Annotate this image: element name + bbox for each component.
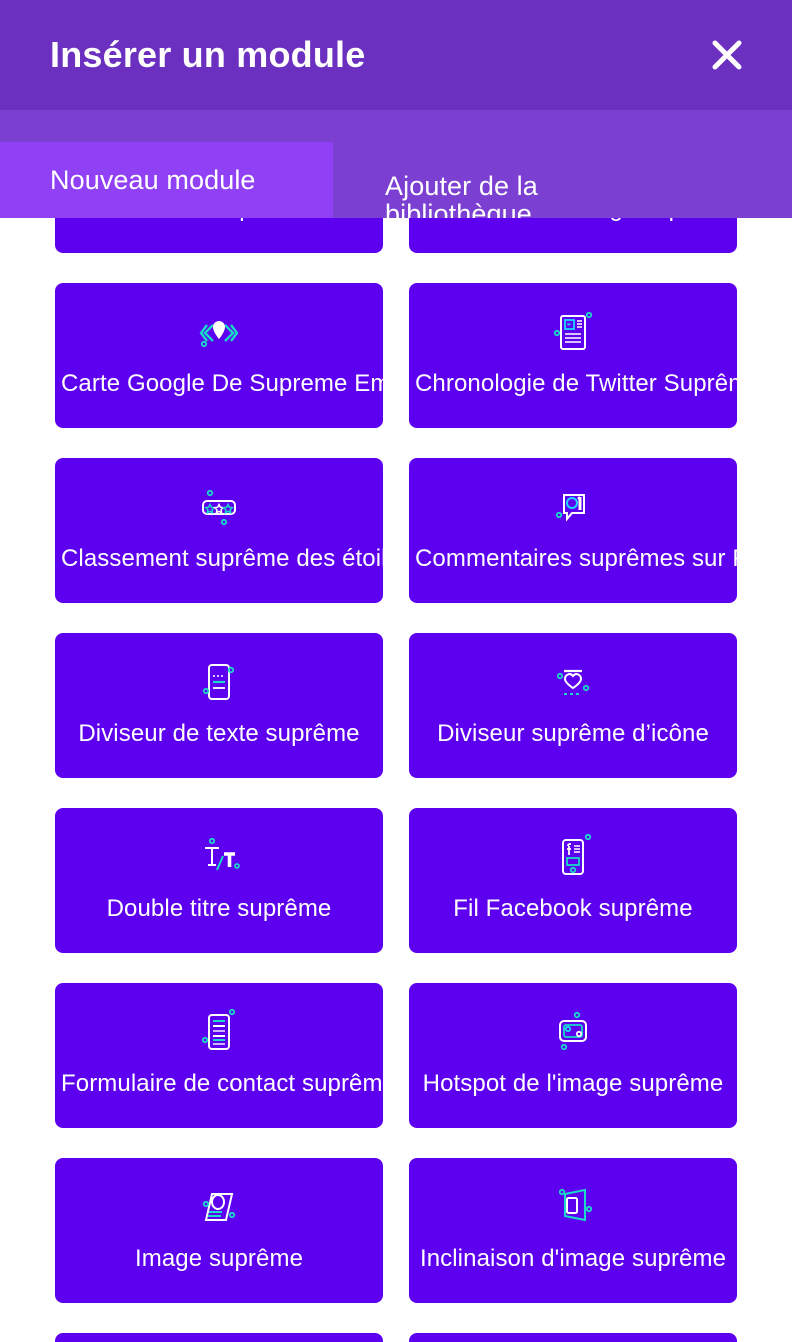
- image-hotspot-icon: [545, 1005, 601, 1061]
- image-tilt-icon: [545, 1180, 601, 1236]
- module-card-label: Formulaire de contact suprême: [61, 1070, 383, 1097]
- module-card-label: Carrousel de l'image suprême: [409, 218, 737, 222]
- tab-bar: Nouveau module Ajouter de la bibliothèqu…: [0, 110, 792, 229]
- module-card-label: Bouton suprême: [124, 218, 314, 222]
- module-card-inclinaison-image-supreme[interactable]: Inclinaison d'image suprême: [409, 1158, 737, 1303]
- module-card-diviseur-supreme-icone[interactable]: Diviseur suprême d’icône: [409, 633, 737, 778]
- dual-heading-icon: [191, 830, 247, 886]
- google-map-icon: [191, 305, 247, 361]
- module-card-liste-prix-supreme[interactable]: Liste de prix suprême: [409, 1333, 737, 1342]
- icon-divider-icon: [545, 655, 601, 711]
- close-icon: [710, 38, 744, 72]
- contact-form-icon: [191, 1005, 247, 1061]
- page-title: Insérer un module: [50, 34, 366, 75]
- facebook-feed-icon: [545, 830, 601, 886]
- image-icon: [191, 1180, 247, 1236]
- module-card-fil-facebook-supreme[interactable]: Fil Facebook suprême: [409, 808, 737, 953]
- module-card-classement-supreme-etoiles[interactable]: Classement suprême des étoiles: [55, 458, 383, 603]
- module-card-insignes-texte-supremes[interactable]: Insignes de texte suprêmes: [55, 1333, 383, 1342]
- module-card-label: Fil Facebook suprême: [453, 895, 693, 922]
- module-card-label: Diviseur de texte suprême: [78, 720, 360, 747]
- module-card-bouton-supreme[interactable]: Bouton suprême: [55, 218, 383, 253]
- close-button[interactable]: [702, 30, 752, 80]
- module-card-commentaires-supremes-facebook[interactable]: Commentaires suprêmes sur Fa: [409, 458, 737, 603]
- module-card-formulaire-contact-supreme[interactable]: Formulaire de contact suprême: [55, 983, 383, 1128]
- tab-new-module[interactable]: Nouveau module: [0, 142, 333, 218]
- tab-add-from-library[interactable]: Ajouter de la bibliothèque: [333, 142, 792, 229]
- module-card-label: Image suprême: [134, 1245, 304, 1272]
- module-card-image-supreme[interactable]: Image suprême: [55, 1158, 383, 1303]
- module-grid: Bouton suprême Carrousel de l'image supr…: [0, 218, 792, 1342]
- module-card-label: Diviseur suprême d’icône: [437, 720, 709, 747]
- module-card-label: Hotspot de l'image suprême: [422, 1070, 724, 1097]
- module-card-double-titre-supreme[interactable]: Double titre suprême: [55, 808, 383, 953]
- module-card-carrousel-image-supreme[interactable]: Carrousel de l'image suprême: [409, 218, 737, 253]
- module-card-diviseur-texte-supreme[interactable]: Diviseur de texte suprême: [55, 633, 383, 778]
- tab-new-module-label: Nouveau module: [50, 164, 256, 195]
- module-card-label: Double titre suprême: [106, 895, 332, 922]
- star-rating-icon: [191, 480, 247, 536]
- modal-header: Insérer un module: [0, 0, 792, 110]
- text-divider-icon: [191, 655, 247, 711]
- facebook-comments-icon: [545, 480, 601, 536]
- module-list-scroll-area[interactable]: Bouton suprême Carrousel de l'image supr…: [0, 218, 792, 1342]
- module-card-label: Inclinaison d'image suprême: [419, 1245, 727, 1272]
- module-card-label: Classement suprême des étoiles: [61, 545, 383, 572]
- module-card-hotspot-image-supreme[interactable]: Hotspot de l'image suprême: [409, 983, 737, 1128]
- module-card-carte-google-supreme-embed[interactable]: Carte Google De Supreme Embe: [55, 283, 383, 428]
- module-card-label: Carte Google De Supreme Embe: [61, 370, 383, 397]
- module-card-chronologie-twitter-supreme[interactable]: Chronologie de Twitter Suprême: [409, 283, 737, 428]
- module-card-label: Chronologie de Twitter Suprême: [415, 370, 737, 397]
- twitter-timeline-icon: [545, 305, 601, 361]
- module-card-label: Commentaires suprêmes sur Fa: [415, 545, 737, 572]
